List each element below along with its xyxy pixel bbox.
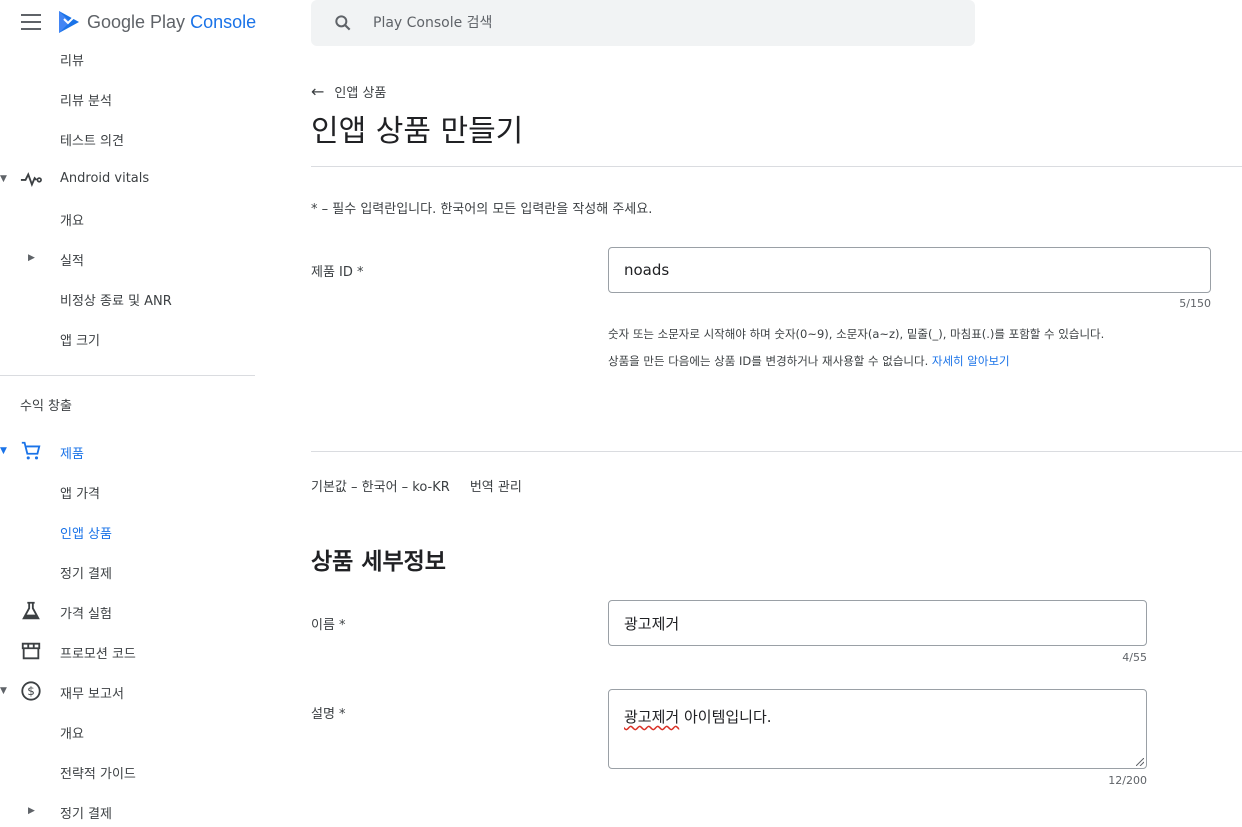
sidebar-item-financial-reports[interactable]: 재무 보고서 [60, 683, 124, 702]
search-input[interactable] [373, 15, 933, 31]
back-link-label: 인앱 상품 [334, 86, 387, 101]
sidebar-item-subscriptions[interactable]: 정기 결제 [60, 563, 112, 582]
name-counter: 4/55 [1122, 651, 1147, 664]
back-link[interactable]: ← 인앱 상품 [311, 82, 386, 101]
sidebar-item-app-size[interactable]: 앱 크기 [60, 330, 100, 349]
sidebar-item-performance[interactable]: 실적 [60, 250, 84, 269]
language-line: 기본값 – 한국어 – ko-KR 번역 관리 [311, 476, 522, 495]
sidebar-nav: 리뷰 리뷰 분석 테스트 의견 ▼ Android vitals 개요 ▶ 실적… [0, 46, 256, 827]
flask-icon [22, 601, 40, 620]
caret-down-icon[interactable]: ▼ [0, 686, 7, 696]
name-label: 이름 * [311, 618, 346, 633]
sidebar-item-reviews[interactable]: 리뷰 [60, 50, 84, 69]
sidebar-divider [0, 375, 255, 376]
play-logo-icon [59, 11, 79, 33]
caret-right-icon[interactable]: ▶ [28, 253, 35, 263]
logo-text: Google Play Console [87, 11, 257, 32]
sidebar-item-finance-overview[interactable]: 개요 [60, 723, 84, 742]
sidebar-item-products[interactable]: 제품 [60, 443, 84, 462]
sidebar-item-finance-subscriptions[interactable]: 정기 결제 [60, 803, 112, 822]
search-icon [335, 15, 351, 31]
learn-more-link[interactable]: 자세히 알아보기 [932, 354, 1010, 368]
dollar-circle-icon: $ [21, 681, 41, 701]
sidebar-item-crashes-anr[interactable]: 비정상 종료 및 ANR [60, 290, 172, 309]
sidebar-item-test-feedback[interactable]: 테스트 의견 [60, 130, 124, 149]
sidebar-item-review-analysis[interactable]: 리뷰 분석 [60, 90, 112, 109]
sidebar-item-price-experiments[interactable]: 가격 실험 [60, 603, 112, 622]
description-counter: 12/200 [1108, 774, 1147, 787]
product-id-help-1: 숫자 또는 소문자로 시작해야 하며 숫자(0~9), 소문자(a~z), 밑줄… [608, 327, 1105, 341]
arrow-back-icon: ← [311, 82, 325, 101]
storefront-icon [21, 642, 41, 660]
sidebar-item-in-app-products[interactable]: 인앱 상품 [60, 523, 112, 542]
sidebar-item-android-vitals[interactable]: Android vitals [60, 171, 149, 186]
resize-handle-icon[interactable] [1136, 758, 1144, 766]
manage-translations-link[interactable]: 번역 관리 [470, 476, 522, 495]
sidebar-item-strategic-guidance[interactable]: 전략적 가이드 [60, 763, 136, 782]
title-divider [311, 166, 1242, 167]
menu-icon[interactable] [21, 14, 41, 30]
section-divider [311, 451, 1242, 452]
svg-text:$: $ [27, 684, 35, 698]
product-id-help-2: 상품을 만든 다음에는 상품 ID를 변경하거나 재사용할 수 없습니다. 자세… [608, 354, 1010, 368]
google-play-console-logo[interactable]: Google Play Console [57, 9, 256, 35]
description-textarea[interactable]: 광고제거 아이템입니다. [608, 689, 1147, 769]
sidebar-item-promo-codes[interactable]: 프로모션 코드 [60, 643, 136, 662]
sidebar-item-vitals-overview[interactable]: 개요 [60, 210, 84, 229]
spellcheck-word: 광고제거 [624, 708, 680, 726]
product-id-input[interactable] [608, 247, 1211, 293]
sidebar-item-app-pricing[interactable]: 앱 가격 [60, 483, 100, 502]
product-id-counter: 5/150 [1179, 297, 1211, 310]
shopping-cart-icon [21, 441, 41, 460]
description-label: 설명 * [311, 707, 346, 722]
name-input[interactable] [608, 600, 1147, 646]
vitals-icon [20, 172, 42, 187]
page-title: 인앱 상품 만들기 [311, 114, 524, 149]
caret-down-icon[interactable]: ▼ [0, 174, 7, 184]
details-section-title: 상품 세부정보 [311, 549, 446, 575]
required-note: * – 필수 입력란입니다. 한국어의 모든 입력란을 작성해 주세요. [311, 202, 653, 217]
caret-right-icon[interactable]: ▶ [28, 806, 35, 816]
main-content: ← 인앱 상품 인앱 상품 만들기 * – 필수 입력란입니다. 한국어의 모든… [311, 46, 1242, 827]
search-bar[interactable] [311, 0, 975, 46]
default-language-label: 기본값 – 한국어 – ko-KR [311, 480, 450, 495]
product-id-label: 제품 ID * [311, 265, 364, 280]
sidebar-section-monetize: 수익 창출 [20, 399, 72, 414]
caret-down-icon[interactable]: ▼ [0, 446, 7, 456]
